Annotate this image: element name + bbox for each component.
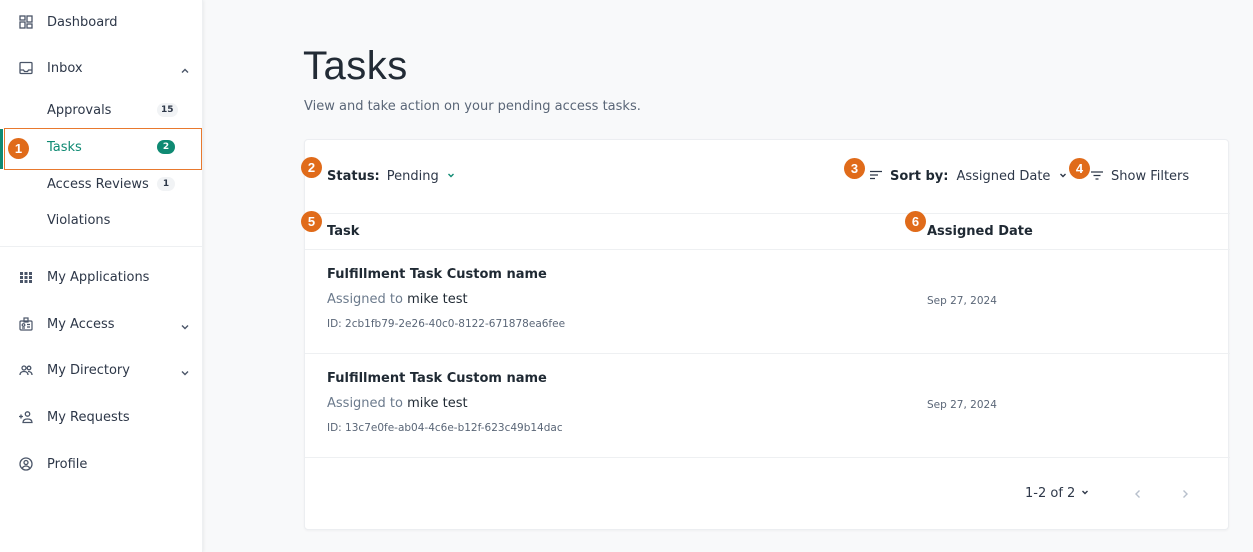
sidebar-item-label: My Directory [47,362,130,378]
person-add-icon [18,409,34,425]
annotation-marker: 5 [301,211,322,232]
task-assignment: Assigned to mike test [327,292,468,307]
sidebar-item-dashboard[interactable]: Dashboard [0,4,203,40]
sidebar-item-label: Approvals [47,102,112,118]
sidebar-item-my-directory[interactable]: My Directory [0,352,203,388]
task-id: ID: 13c7e0fe-ab04-4c6e-b12f-623c49b14dac [327,422,563,434]
sidebar-item-approvals[interactable]: Approvals 15 [0,92,203,128]
sidebar-item-my-access[interactable]: My Access [0,306,203,342]
assigned-prefix: Assigned to [327,396,403,411]
sidebar: Dashboard Inbox Approvals 15 Tasks 2 1 A… [0,0,203,552]
sidebar-item-label: Access Reviews [47,176,149,192]
apps-grid-icon [18,269,34,285]
sidebar-item-inbox[interactable]: Inbox [0,50,203,86]
table-row[interactable]: Fulfillment Task Custom name Assigned to… [305,354,1230,458]
assigned-date: Sep 27, 2024 [927,399,997,411]
assigned-prefix: Assigned to [327,292,403,307]
page-size-dropdown[interactable]: 1-2 of 2 [1025,486,1090,501]
assignee-name: mike test [407,396,468,411]
page-subtitle: View and take action on your pending acc… [304,99,641,114]
sidebar-item-violations[interactable]: Violations [0,202,203,238]
task-title[interactable]: Fulfillment Task Custom name [327,267,547,282]
table-row[interactable]: Fulfillment Task Custom name Assigned to… [305,250,1230,354]
sidebar-item-profile[interactable]: Profile [0,446,203,482]
chevron-down-icon[interactable] [179,318,191,330]
people-icon [18,362,34,378]
column-header-task[interactable]: Task [327,224,359,239]
count-badge: 1 [157,177,175,191]
tasks-card: 2 Status: Pending 3 Sort by: Assigned Da… [301,139,1230,530]
chevron-left-icon [1135,490,1140,498]
previous-page-button[interactable] [1130,486,1146,502]
annotation-marker: 1 [8,138,29,159]
task-assignment: Assigned to mike test [327,396,468,411]
show-filters-label: Show Filters [1111,169,1190,184]
next-page-button[interactable] [1177,486,1193,502]
annotation-marker: 6 [905,211,926,232]
sidebar-item-my-applications[interactable]: My Applications [0,259,203,295]
filter-icon [1091,169,1103,184]
chevron-down-icon[interactable] [179,364,191,376]
assignee-name: mike test [407,292,468,307]
sort-dropdown[interactable]: Sort by: Assigned Date [870,169,1068,184]
sidebar-item-access-reviews[interactable]: Access Reviews 1 [0,166,203,202]
chevron-down-icon [1080,486,1090,501]
sort-value: Assigned Date [956,169,1051,184]
dashboard-icon [18,14,34,30]
page-title: Tasks [303,44,408,88]
sidebar-item-label: My Applications [47,269,150,285]
annotation-marker: 4 [1069,158,1090,179]
chevron-right-icon [1183,490,1188,498]
assigned-date: Sep 27, 2024 [927,295,997,307]
status-value: Pending [386,169,439,184]
divider [0,246,203,247]
task-id: ID: 2cb1fb79-2e26-40c0-8122-671878ea6fee [327,318,566,330]
chevron-down-icon [1058,169,1068,184]
sidebar-item-label: My Requests [47,409,130,425]
sidebar-item-label: Tasks [47,139,82,155]
sidebar-item-label: Violations [47,212,111,228]
sidebar-item-label: Dashboard [47,14,118,30]
pagination-range: 1-2 of 2 [1025,486,1076,501]
status-label: Status: [327,169,380,184]
inbox-icon [18,60,34,76]
count-badge: 15 [157,103,178,117]
sort-icon [870,169,882,184]
count-badge: 2 [157,140,175,154]
annotation-marker: 3 [844,158,865,179]
sidebar-item-label: My Access [47,316,115,332]
divider [305,213,1230,214]
sidebar-item-label: Profile [47,456,88,472]
chevron-up-icon[interactable] [179,62,191,74]
profile-circle-icon [18,456,34,472]
status-filter-dropdown[interactable]: Status: Pending [327,169,456,184]
task-title[interactable]: Fulfillment Task Custom name [327,371,547,386]
annotation-marker: 2 [301,157,322,178]
column-header-assigned-date[interactable]: Assigned Date [927,224,1033,239]
sort-label: Sort by: [890,169,949,184]
badge-icon [18,316,34,332]
show-filters-button[interactable]: Show Filters [1091,169,1189,184]
chevron-down-icon [446,169,456,184]
sidebar-item-my-requests[interactable]: My Requests [0,399,203,435]
sidebar-item-label: Inbox [47,60,83,76]
sidebar-item-tasks[interactable]: Tasks 2 [0,129,203,165]
divider [305,457,1230,458]
